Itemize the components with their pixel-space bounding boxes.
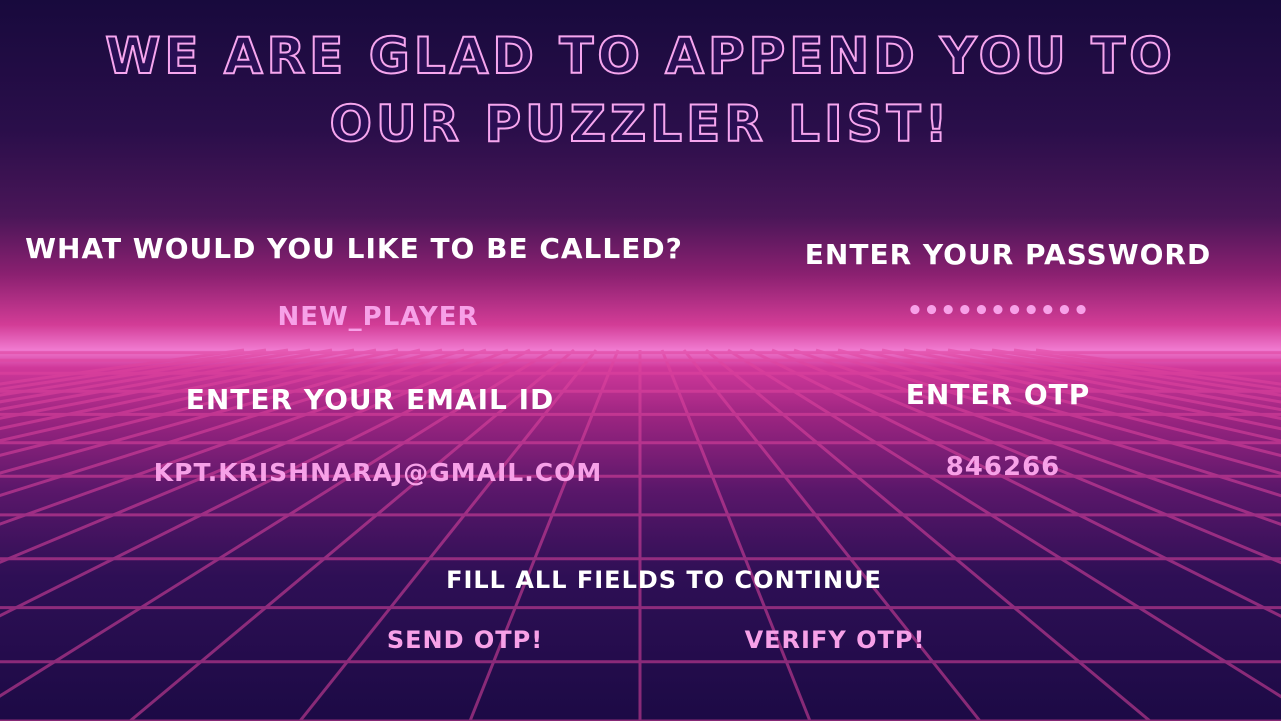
username-input[interactable]: [178, 300, 578, 334]
username-label: What would you like to be called?: [25, 232, 683, 265]
verify-otp-button[interactable]: Verify OTP!: [740, 626, 930, 654]
password-input[interactable]: •••••••••••: [848, 296, 1148, 330]
page-title-line-2: our puzzler list!: [328, 94, 952, 154]
retro-synthwave-background: We are glad to append you to our puzzler…: [0, 0, 1281, 721]
email-label: Enter your email ID: [185, 383, 555, 416]
password-label: Enter your password: [804, 238, 1212, 271]
page-title: We are glad to append you to our puzzler…: [0, 22, 1281, 158]
send-otp-button[interactable]: Send OTP!: [380, 626, 550, 654]
page-title-line-1: We are glad to append you to: [104, 26, 1176, 86]
otp-label: Enter OTP: [905, 378, 1091, 411]
status-message: Fill all fields to continue: [446, 566, 882, 594]
grid-line-vertical: [660, 349, 812, 721]
email-input[interactable]: [128, 454, 628, 490]
otp-input[interactable]: [903, 450, 1103, 484]
